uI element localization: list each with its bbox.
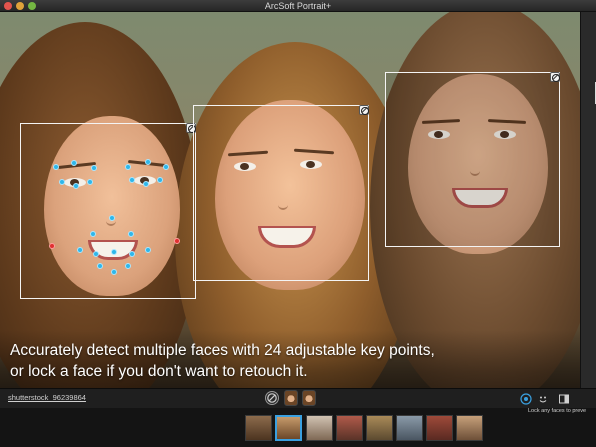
title-bar: ArcSoft Portrait+ — [0, 0, 596, 12]
key-point[interactable] — [128, 231, 134, 237]
caption-line-1: Accurately detect multiple faces with 24… — [10, 342, 435, 359]
key-point-cheek[interactable] — [174, 238, 180, 244]
photo-thumbnail[interactable] — [306, 415, 333, 441]
key-point[interactable] — [73, 183, 79, 189]
caption-line-2: or lock a face if you don't want to reto… — [10, 363, 308, 380]
window-title: ArcSoft Portrait+ — [264, 1, 332, 11]
photo-canvas[interactable]: Accurately detect multiple faces with 24… — [0, 12, 580, 388]
key-point[interactable] — [163, 164, 169, 170]
photo-thumbnail[interactable] — [336, 415, 363, 441]
photo-thumbnail[interactable] — [456, 415, 483, 441]
photo-thumbnail[interactable] — [245, 415, 272, 441]
key-point[interactable] — [93, 251, 99, 257]
key-point[interactable] — [145, 159, 151, 165]
lock-face-icon[interactable] — [550, 72, 560, 82]
key-point[interactable] — [125, 263, 131, 269]
photo-thumbnail[interactable] — [396, 415, 423, 441]
lock-face-icon[interactable] — [359, 105, 369, 115]
key-point[interactable] — [111, 269, 117, 275]
no-entry-icon[interactable] — [265, 391, 279, 405]
side-panel-edge — [580, 12, 596, 388]
key-point[interactable] — [143, 181, 149, 187]
key-point[interactable] — [59, 179, 65, 185]
key-point[interactable] — [71, 160, 77, 166]
photo-thumbnail-selected[interactable] — [275, 415, 302, 441]
key-point[interactable] — [129, 177, 135, 183]
file-name-link[interactable]: shutterstock_96239864 — [8, 393, 86, 402]
panel-toggle-icon[interactable] — [558, 392, 570, 404]
key-point[interactable] — [157, 177, 163, 183]
key-point[interactable] — [53, 164, 59, 170]
face-thumbnail[interactable] — [284, 390, 298, 406]
face-detect-icon[interactable] — [520, 392, 532, 405]
key-point-cheek[interactable] — [49, 243, 55, 249]
key-point[interactable] — [87, 179, 93, 185]
key-point[interactable] — [90, 231, 96, 237]
status-bar: shutterstock_96239864 — [0, 388, 596, 408]
key-point[interactable] — [129, 251, 135, 257]
feature-caption: Accurately detect multiple faces with 24… — [10, 340, 470, 382]
key-point[interactable] — [145, 247, 151, 253]
key-point[interactable] — [125, 164, 131, 170]
lock-faces-tooltip: Lock any faces to preve — [528, 408, 587, 414]
filmstrip — [0, 408, 596, 447]
photo-thumbnail[interactable] — [366, 415, 393, 441]
key-point[interactable] — [111, 249, 117, 255]
key-point[interactable] — [109, 215, 115, 221]
face-frame-3[interactable] — [385, 72, 560, 247]
key-point[interactable] — [97, 263, 103, 269]
smile-icon[interactable] — [537, 392, 549, 404]
key-point[interactable] — [77, 247, 83, 253]
key-point[interactable] — [91, 165, 97, 171]
face-frame-1[interactable] — [20, 123, 196, 299]
face-frame-2[interactable] — [193, 105, 369, 281]
photo-thumbnail[interactable] — [426, 415, 453, 441]
face-thumbnail[interactable] — [302, 390, 316, 406]
